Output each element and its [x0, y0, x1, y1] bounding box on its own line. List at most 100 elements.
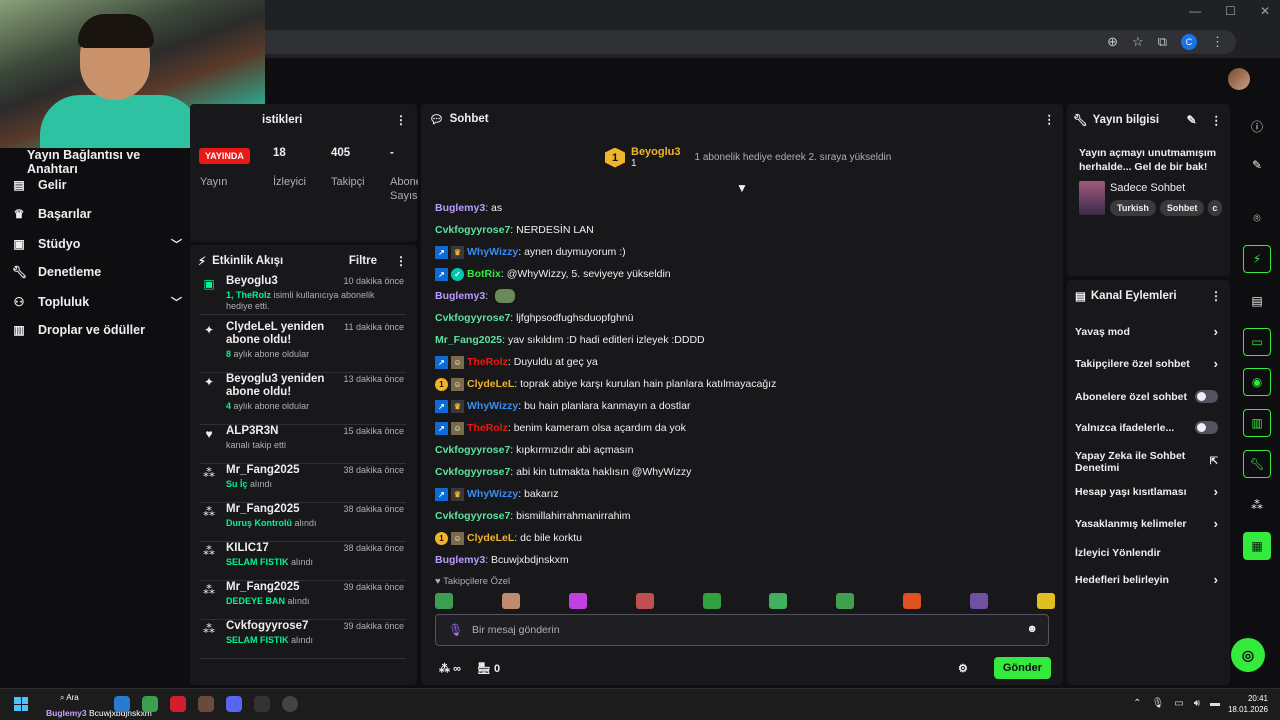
emote-picker-icon[interactable]: ☻ [1026, 623, 1038, 635]
emote-icon[interactable] [495, 289, 516, 303]
taskbar-clock[interactable]: 20:41 18.01.2026 [1228, 693, 1268, 715]
vip-badge-icon[interactable]: ✓ [451, 267, 464, 281]
chat-username[interactable]: TheRolz [467, 422, 508, 434]
tag[interactable]: Sohbet [1159, 200, 1205, 216]
taskbar-search[interactable]: ⌕ Ara [60, 693, 79, 703]
chat-username[interactable]: TheRolz [467, 356, 508, 368]
emote-icon[interactable] [769, 593, 788, 609]
extensions-icon[interactable]: ⧉ [1158, 34, 1167, 50]
app-icon[interactable] [198, 696, 214, 712]
chat-username[interactable]: WhyWizzy [467, 400, 518, 412]
face-badge-icon[interactable]: ☺ [451, 531, 464, 545]
emote-icon[interactable] [1036, 593, 1055, 609]
network-icon[interactable]: ▭ [1174, 698, 1183, 709]
app-icon[interactable] [254, 696, 270, 712]
chat-username[interactable]: Cvkfogyyrose7 [435, 312, 510, 324]
chat-input-box[interactable]: 🎙︎ ☻ [435, 614, 1049, 646]
chat-bubble-icon[interactable]: ▭ [1243, 328, 1271, 356]
face-badge-icon[interactable]: ☺ [451, 421, 464, 435]
chat-username[interactable]: BotRix [467, 268, 501, 280]
chat-username[interactable]: Buglemy3 [435, 202, 485, 214]
category-thumbnail[interactable] [1079, 181, 1105, 215]
more-options-icon[interactable]: ⋮ [1044, 112, 1056, 126]
screen-icon[interactable]: ▥ [1243, 409, 1271, 437]
mod-badge-icon[interactable]: ↗ [435, 245, 448, 259]
close-button[interactable]: ✕ [1260, 4, 1270, 18]
toggle-switch[interactable] [1194, 421, 1218, 434]
chat-input[interactable] [472, 621, 1012, 639]
sub-badge-icon[interactable]: 1 [435, 531, 448, 545]
chat-username[interactable]: Cvkfogyyrose7 [435, 466, 510, 478]
activity-item[interactable]: ⁂ Mr_Fang2025 39 dakika önce DEDEYE BAN alı… [200, 581, 406, 620]
chat-username[interactable]: Cvkfogyyrose7 [435, 444, 510, 456]
toggle-switch[interactable] [1194, 390, 1218, 403]
activity-item[interactable]: ✦ ClydeLeL yeniden abone oldu! 11 dakika ö… [200, 321, 406, 373]
channel-action-row[interactable]: Yapay Zeka ile Sohbet Denetimi ⇱ [1075, 450, 1218, 474]
channel-action-row[interactable]: Abonelere özel sohbet [1075, 390, 1218, 403]
channel-action-row[interactable]: Yasaklanmış kelimeler › [1075, 517, 1218, 530]
edge-icon[interactable] [114, 696, 130, 712]
activity-item[interactable]: ▣ Beyoglu3 10 dakika önce 1, TheRolz isimli… [200, 275, 406, 315]
mod-badge-icon[interactable]: ↗ [435, 399, 448, 413]
edit-pencil-icon[interactable]: ✎ [1243, 151, 1271, 179]
crown-badge-icon[interactable]: ♛ [451, 245, 464, 259]
activity-item[interactable]: ⁂ Mr_Fang2025 38 dakika önce Su İç alındı [200, 464, 406, 503]
mod-badge-icon[interactable]: ↗ [435, 355, 448, 369]
battery-icon[interactable]: ▬ [1210, 698, 1220, 709]
maximize-button[interactable]: ☐ [1225, 4, 1236, 18]
mod-badge-icon[interactable]: ↗ [435, 267, 448, 281]
emote-icon[interactable] [970, 593, 988, 609]
nav-item-studyo[interactable]: ▣ Stüdyo ﹀ [12, 236, 182, 252]
more-options-icon[interactable]: ⋮ [395, 254, 407, 268]
minimize-button[interactable]: — [1189, 4, 1201, 18]
channel-action-row[interactable]: İzleyici Yönlendir [1075, 547, 1218, 559]
chat-username[interactable]: Buglemy3 [435, 554, 485, 566]
pinned-gift-leaderboard[interactable]: 1 Beyoglu3 1 1 abonelik hediye ederek 2.… [605, 146, 891, 169]
chrome-icon[interactable] [142, 696, 158, 712]
channel-points[interactable]: ⁂ ∞ [439, 662, 461, 675]
zoom-icon[interactable]: ⊕ [1107, 34, 1118, 50]
channel-action-row[interactable]: Hesap yaşı kısıtlaması › [1075, 485, 1218, 498]
store-button[interactable]: 🏪︎ 0 [477, 662, 500, 675]
help-chat-fab[interactable]: ◎ [1231, 638, 1265, 672]
chat-username[interactable]: ClydeLeL [467, 378, 514, 390]
settings-gear-icon[interactable]: ⚙ [958, 662, 968, 675]
points-icon[interactable]: ⁂ [1243, 491, 1271, 519]
channel-action-row[interactable]: Hedefleri belirleyin › [1075, 573, 1218, 586]
crown-badge-icon[interactable]: ♛ [451, 399, 464, 413]
nav-item-denetleme[interactable]: 🔧︎ Denetleme [12, 265, 182, 279]
mod-badge-icon[interactable]: ↗ [435, 421, 448, 435]
extension-icon[interactable]: ▦ [1243, 532, 1271, 560]
send-button[interactable]: Gönder [993, 657, 1051, 679]
emote-icon[interactable] [903, 593, 922, 609]
emote-icon[interactable] [435, 593, 453, 609]
discord-icon[interactable] [226, 696, 242, 712]
chevron-up-icon[interactable]: ⌃ [1133, 698, 1141, 709]
collapse-arrow-icon[interactable]: ▼ [736, 181, 748, 195]
filter-button[interactable]: Filtre [349, 255, 377, 267]
activity-item[interactable]: ⁂ Mr_Fang2025 38 dakika önce Duruş Kontrolü… [200, 503, 406, 542]
emote-icon[interactable] [702, 593, 721, 609]
emote-icon[interactable] [568, 593, 587, 609]
channel-action-row[interactable]: Takipçilere özel sohbet › [1075, 357, 1218, 370]
face-badge-icon[interactable]: ☺ [451, 377, 464, 391]
emote-icon[interactable] [501, 593, 520, 609]
obs-icon[interactable] [282, 696, 298, 712]
activity-item[interactable]: ⁂ KILIC17 38 dakika önce SELAM FISTIK alınd… [200, 542, 406, 581]
notes-icon[interactable]: ▤ [1243, 287, 1271, 315]
more-options-icon[interactable]: ⋮ [1210, 289, 1222, 303]
mic-icon[interactable]: 🎙︎ [1152, 698, 1165, 709]
nav-stream-key-link[interactable]: Yayın Bağlantısı ve Anahtarı [27, 148, 190, 176]
nav-item-basarilar[interactable]: ♛ Başarılar [12, 207, 182, 221]
chat-username[interactable]: ClydeLeL [467, 532, 514, 544]
lightning-icon[interactable]: ⚡︎ [1243, 245, 1271, 273]
activity-item[interactable]: ⁂ Cvkfogyyrose7 39 dakika önce SELAM FISTIK… [200, 620, 406, 659]
chat-username[interactable]: WhyWizzy [467, 246, 518, 258]
channel-action-row[interactable]: Yalnızca ifadelerle... [1075, 421, 1218, 434]
chat-username[interactable]: WhyWizzy [467, 488, 518, 500]
crown-badge-icon[interactable]: ♛ [451, 487, 464, 501]
category-name[interactable]: Sadece Sohbet [1110, 182, 1185, 194]
tag[interactable]: Turkish [1110, 200, 1156, 216]
browser-menu-icon[interactable]: ⋮ [1211, 34, 1224, 50]
nav-item-topluluk[interactable]: ⚇ Topluluk ﹀ [12, 294, 182, 310]
